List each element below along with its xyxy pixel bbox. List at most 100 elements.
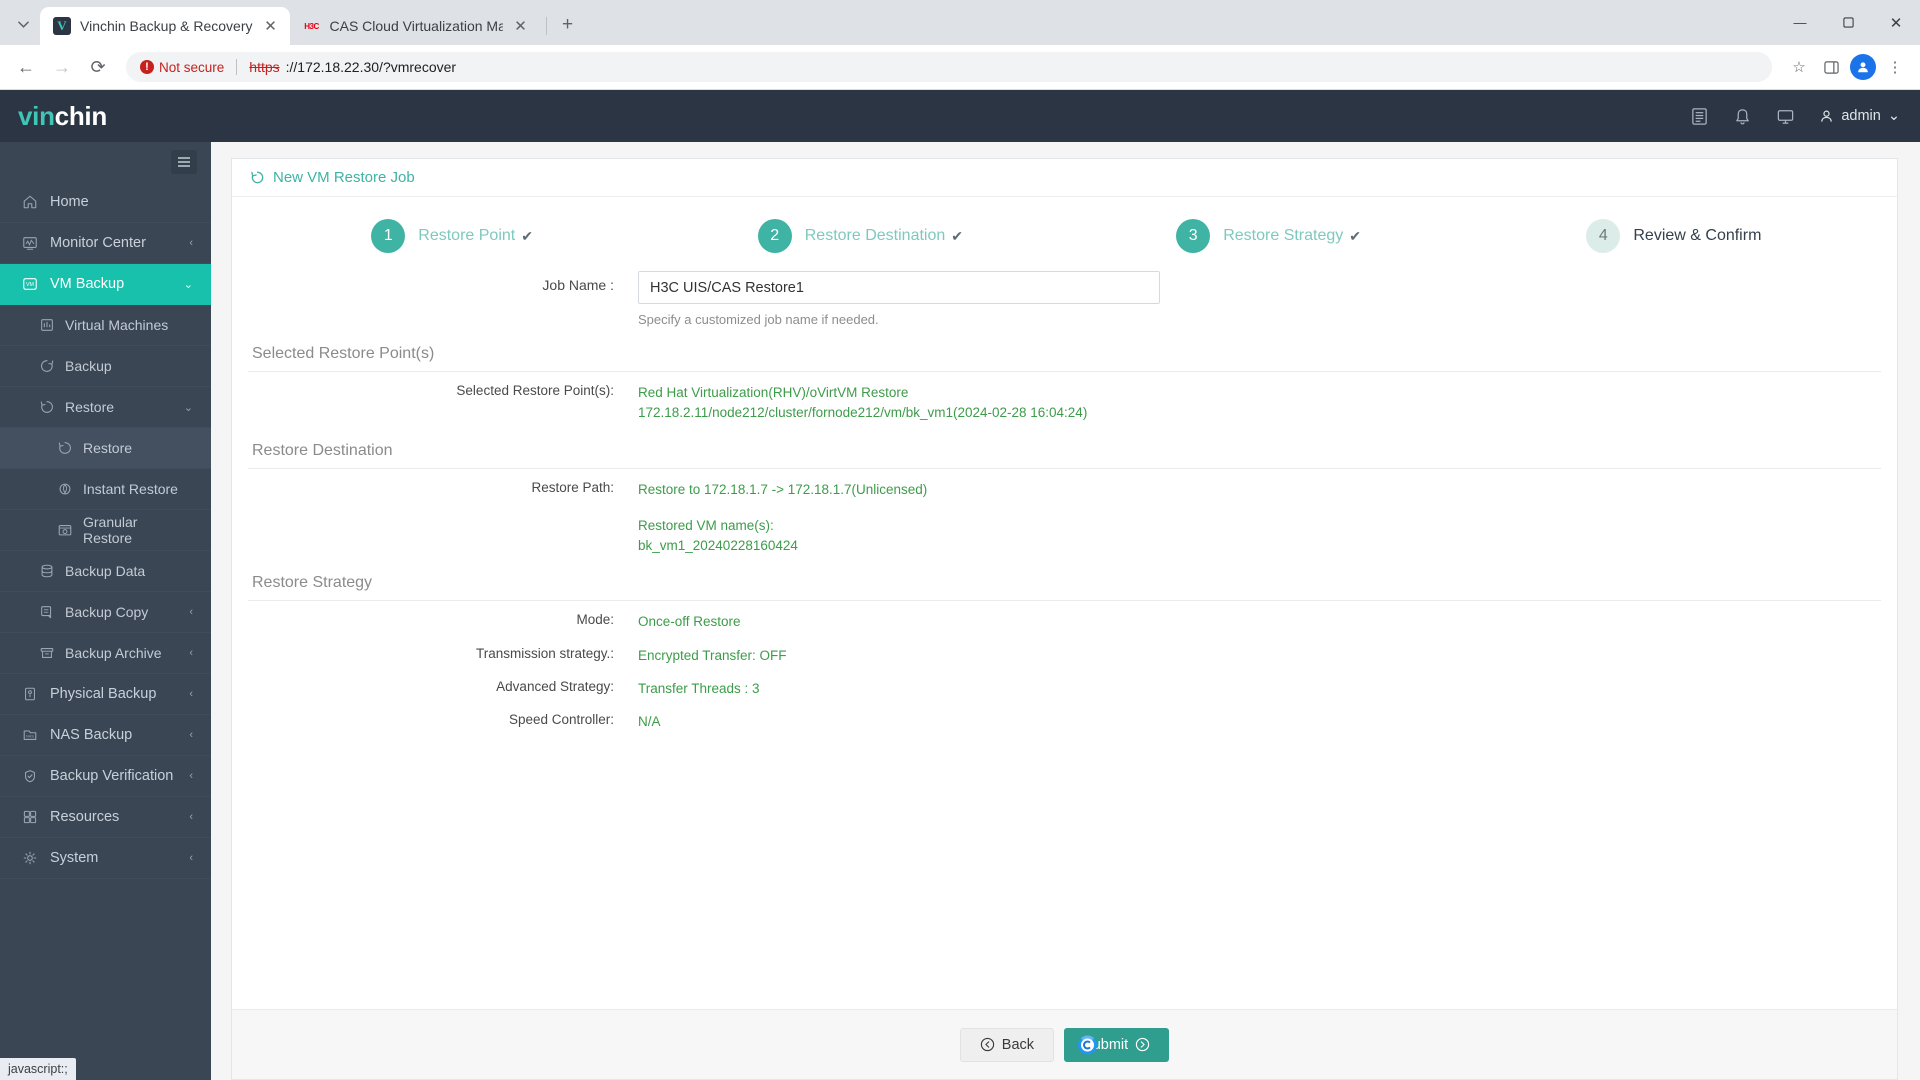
chevron-icon: ‹ (189, 606, 193, 618)
section-heading: Restore Strategy (248, 560, 1881, 602)
nas-icon: NAS (20, 727, 39, 743)
sidebar-item-granular-restore[interactable]: Granular Restore (0, 510, 211, 551)
tab-title: CAS Cloud Virtualization Manag (329, 18, 503, 34)
forward-navigation-icon[interactable]: → (46, 51, 78, 83)
window-controls: — ✕ (1776, 0, 1920, 45)
not-secure-badge[interactable]: ! Not secure (140, 60, 224, 75)
sidebar-item-label: Physical Backup (50, 686, 157, 702)
review-row: Speed Controller: N/A (248, 703, 1881, 736)
sidebar-item-physical-backup[interactable]: Physical Backup ‹ (0, 674, 211, 715)
tab-title: Vinchin Backup & Recovery (80, 18, 253, 34)
reports-icon[interactable] (1690, 107, 1709, 126)
sidebar-item-backup[interactable]: Backup (0, 346, 211, 387)
tab-close-icon[interactable]: ✕ (512, 17, 530, 35)
vinchin-logo[interactable]: vinchin (18, 101, 107, 132)
vinchin-favicon: V (53, 17, 71, 35)
browser-menu-icon[interactable]: ⋮ (1880, 52, 1910, 82)
sidebar-item-restore[interactable]: Restore ⌄ (0, 387, 211, 428)
omnibox-divider (236, 59, 238, 75)
review-row-label: Selected Restore Point(s): (456, 383, 614, 398)
monitor-center-icon (20, 235, 39, 251)
review-row-value: Red Hat Virtualization(RHV)/oVirtVM Rest… (638, 378, 1087, 424)
chevron-down-icon: ⌄ (1887, 108, 1900, 124)
check-icon: ✔ (1349, 227, 1362, 244)
sidebar-item-restore[interactable]: Restore (0, 428, 211, 469)
review-row: Restore Path: Restore to 172.18.1.7 -> 17… (248, 471, 1881, 561)
step-label: Restore Point ✔ (418, 227, 533, 245)
review-row-label: Transmission strategy.: (475, 645, 614, 661)
back-button[interactable]: Back (959, 1027, 1055, 1062)
value-line: Red Hat Virtualization(RHV)/oVirtVM Rest… (638, 385, 909, 400)
restore-icon (56, 440, 74, 456)
review-row-label: Advanced Strategy: (496, 678, 614, 694)
review-row: Mode: Once-off Restore (248, 603, 1881, 636)
sidebar-item-backup-archive[interactable]: Backup Archive ‹ (0, 633, 211, 674)
side-panel-icon[interactable] (1816, 52, 1846, 82)
sidebar-item-virtual-machines[interactable]: Virtual Machines (0, 305, 211, 346)
browser-tab-cas[interactable]: H3C CAS Cloud Virtualization Manag ✕ (290, 7, 540, 45)
review-row-label: Restore Path: (531, 479, 614, 495)
main-content: New VM Restore Job 1 Restore Point ✔ 2 Resto… (211, 142, 1920, 1080)
wizard-step-3[interactable]: 3 Restore Strategy ✔ (1065, 219, 1473, 253)
reload-icon[interactable]: ⟳ (82, 51, 114, 83)
back-navigation-icon[interactable]: ← (10, 51, 42, 83)
virtual-machines-icon (38, 317, 56, 333)
maximize-button[interactable] (1824, 0, 1872, 45)
back-button-label: Back (1001, 1036, 1035, 1053)
profile-avatar[interactable] (1848, 52, 1878, 82)
section-heading: Restore Destination (248, 428, 1881, 469)
sidebar-item-nas-backup[interactable]: NAS NAS Backup ‹ (0, 715, 211, 756)
job-name-input[interactable] (638, 271, 1160, 304)
close-window-button[interactable]: ✕ (1872, 0, 1920, 45)
tab-close-icon[interactable]: ✕ (262, 17, 280, 35)
sidebar-item-label: System (50, 850, 99, 866)
check-icon: ✔ (951, 227, 963, 244)
svg-text:NAS: NAS (26, 735, 34, 739)
step-label: Restore Destination ✔ (805, 227, 963, 245)
avatar (1850, 54, 1876, 80)
sidebar-item-backup-copy[interactable]: Backup Copy ‹ (0, 592, 211, 633)
review-row-label: Speed Controller: (508, 712, 614, 727)
server-icon (20, 686, 39, 702)
arrow-left-circle-icon (980, 1037, 994, 1052)
job-name-hint: Specify a customized job name if needed. (638, 312, 879, 327)
browser-tab-vinchin[interactable]: V Vinchin Backup & Recovery ✕ (40, 7, 290, 45)
wizard-step-1[interactable]: 1 Restore Point ✔ (248, 219, 656, 253)
minimize-button[interactable]: — (1776, 0, 1824, 45)
sidebar-item-resources[interactable]: Resources ‹ (0, 797, 211, 838)
sidebar-item-backup-data[interactable]: Backup Data (0, 551, 211, 592)
wizard-step-4[interactable]: 4 Review & Confirm (1473, 219, 1881, 253)
sidebar-item-backup-verification[interactable]: Backup Verification ‹ (0, 756, 211, 797)
step-label-text: Restore Strategy (1223, 227, 1344, 244)
step-label-text: Review & Confirm (1633, 227, 1762, 244)
bookmark-star-icon[interactable]: ☆ (1784, 52, 1814, 82)
sidebar-item-instant-restore[interactable]: Instant Restore (0, 469, 211, 510)
sidebar-item-home[interactable]: Home (0, 182, 211, 223)
sidebar-item-vm-backup[interactable]: VM VM Backup ⌄ (0, 264, 211, 305)
notification-bell-icon[interactable] (1733, 107, 1752, 126)
page-title-label: New VM Restore Job (273, 169, 415, 186)
review-sections: Selected Restore Point(s) Selected Restor… (248, 331, 1881, 736)
tab-search-icon[interactable] (6, 7, 40, 41)
monitor-icon[interactable] (1776, 107, 1795, 126)
sidebar-item-system[interactable]: System ‹ (0, 838, 211, 879)
sidebar-menu-list: Home Monitor Center ‹ VM VM Backup ⌄ Virtual M… (0, 182, 211, 879)
submit-button[interactable]: Submit (1064, 1027, 1170, 1062)
review-row-label: Mode: (576, 612, 614, 628)
chevron-icon: ‹ (189, 647, 193, 659)
url-scheme: https (249, 59, 280, 75)
backup-icon (38, 358, 56, 374)
review-row: Advanced Strategy: Transfer Threads : 3 (248, 670, 1881, 703)
step-number: 3 (1176, 219, 1211, 253)
address-bar[interactable]: ! Not secure https://172.18.22.30/?vmrec… (126, 52, 1772, 82)
wizard-step-2[interactable]: 2 Restore Destination ✔ (656, 219, 1064, 253)
sidebar-item-monitor-center[interactable]: Monitor Center ‹ (0, 223, 211, 264)
user-menu[interactable]: admin ⌄ (1819, 108, 1900, 124)
hamburger-icon[interactable] (171, 150, 197, 174)
header-icon-group: admin ⌄ (1690, 107, 1900, 126)
step-number: 1 (371, 219, 406, 253)
step-label-text: Restore Destination (804, 227, 946, 244)
new-tab-button[interactable]: + (553, 10, 583, 40)
browser-tabstrip: V Vinchin Backup & Recovery ✕ H3C CAS Cl… (0, 0, 1920, 45)
chevron-icon: ‹ (189, 811, 193, 823)
